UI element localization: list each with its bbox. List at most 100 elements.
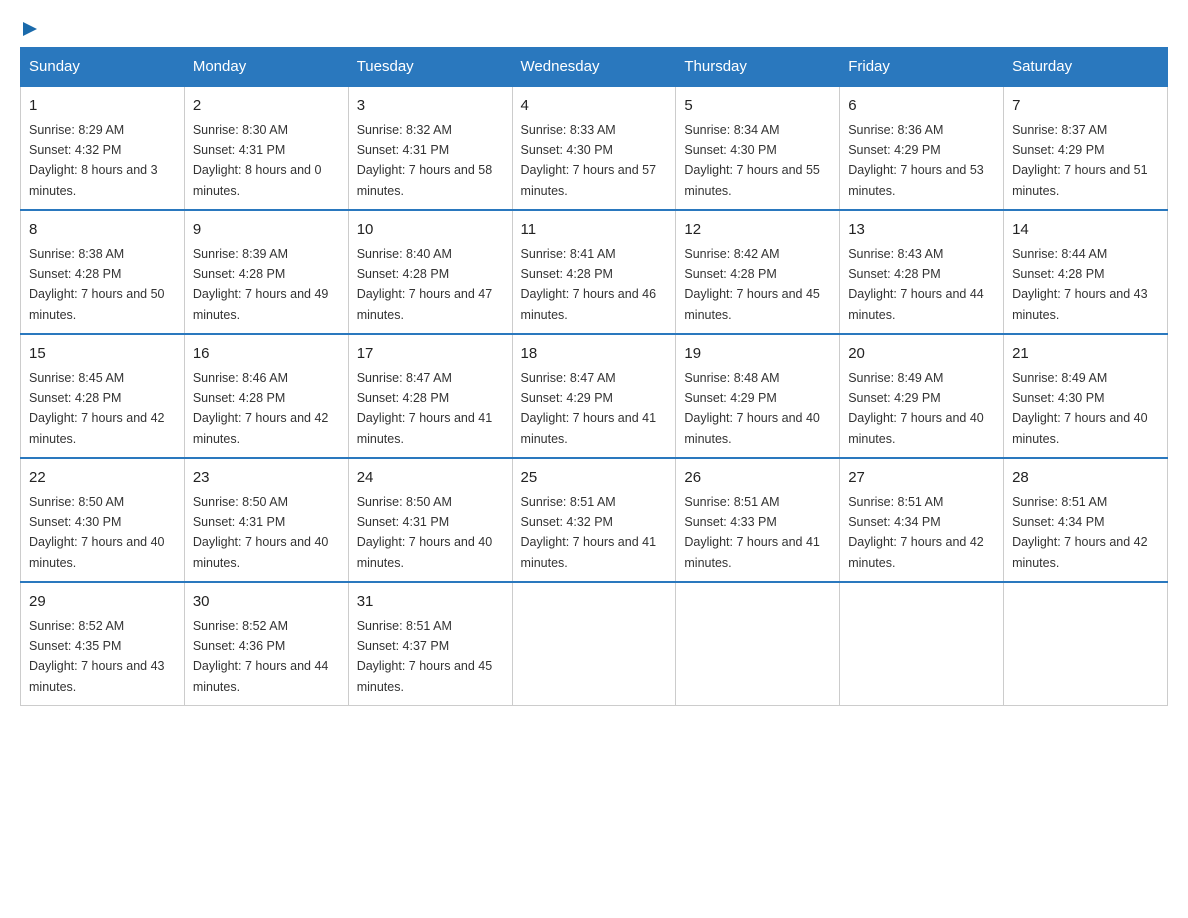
weekday-header-tuesday: Tuesday [348,48,512,87]
day-number: 16 [193,343,340,366]
day-cell-26: 26 Sunrise: 8:51 AMSunset: 4:33 PMDaylig… [676,458,840,582]
day-cell-30: 30 Sunrise: 8:52 AMSunset: 4:36 PMDaylig… [184,582,348,706]
day-cell-2: 2 Sunrise: 8:30 AMSunset: 4:31 PMDayligh… [184,86,348,210]
day-number: 21 [1012,343,1159,366]
weekday-header-saturday: Saturday [1004,48,1168,87]
day-info: Sunrise: 8:38 AMSunset: 4:28 PMDaylight:… [29,247,165,322]
day-cell-28: 28 Sunrise: 8:51 AMSunset: 4:34 PMDaylig… [1004,458,1168,582]
day-number: 6 [848,95,995,118]
day-number: 8 [29,219,176,242]
day-number: 20 [848,343,995,366]
empty-day-cell [512,582,676,706]
empty-day-cell [840,582,1004,706]
day-cell-13: 13 Sunrise: 8:43 AMSunset: 4:28 PMDaylig… [840,210,1004,334]
page-header [20,20,1168,37]
week-row-5: 29 Sunrise: 8:52 AMSunset: 4:35 PMDaylig… [21,582,1168,706]
day-number: 31 [357,591,504,614]
day-cell-16: 16 Sunrise: 8:46 AMSunset: 4:28 PMDaylig… [184,334,348,458]
day-info: Sunrise: 8:30 AMSunset: 4:31 PMDaylight:… [193,123,322,198]
day-number: 3 [357,95,504,118]
weekday-header-sunday: Sunday [21,48,185,87]
day-number: 27 [848,467,995,490]
weekday-header-row: SundayMondayTuesdayWednesdayThursdayFrid… [21,48,1168,87]
logo [20,20,39,37]
day-cell-3: 3 Sunrise: 8:32 AMSunset: 4:31 PMDayligh… [348,86,512,210]
day-number: 29 [29,591,176,614]
day-info: Sunrise: 8:51 AMSunset: 4:34 PMDaylight:… [1012,495,1148,570]
day-cell-31: 31 Sunrise: 8:51 AMSunset: 4:37 PMDaylig… [348,582,512,706]
day-info: Sunrise: 8:49 AMSunset: 4:30 PMDaylight:… [1012,371,1148,446]
day-info: Sunrise: 8:41 AMSunset: 4:28 PMDaylight:… [521,247,657,322]
day-cell-23: 23 Sunrise: 8:50 AMSunset: 4:31 PMDaylig… [184,458,348,582]
day-info: Sunrise: 8:37 AMSunset: 4:29 PMDaylight:… [1012,123,1148,198]
day-cell-9: 9 Sunrise: 8:39 AMSunset: 4:28 PMDayligh… [184,210,348,334]
day-info: Sunrise: 8:52 AMSunset: 4:36 PMDaylight:… [193,619,329,694]
day-cell-17: 17 Sunrise: 8:47 AMSunset: 4:28 PMDaylig… [348,334,512,458]
day-number: 9 [193,219,340,242]
day-cell-6: 6 Sunrise: 8:36 AMSunset: 4:29 PMDayligh… [840,86,1004,210]
day-number: 26 [684,467,831,490]
day-cell-10: 10 Sunrise: 8:40 AMSunset: 4:28 PMDaylig… [348,210,512,334]
day-cell-19: 19 Sunrise: 8:48 AMSunset: 4:29 PMDaylig… [676,334,840,458]
day-cell-21: 21 Sunrise: 8:49 AMSunset: 4:30 PMDaylig… [1004,334,1168,458]
day-number: 24 [357,467,504,490]
day-info: Sunrise: 8:34 AMSunset: 4:30 PMDaylight:… [684,123,820,198]
day-cell-8: 8 Sunrise: 8:38 AMSunset: 4:28 PMDayligh… [21,210,185,334]
day-info: Sunrise: 8:43 AMSunset: 4:28 PMDaylight:… [848,247,984,322]
day-info: Sunrise: 8:33 AMSunset: 4:30 PMDaylight:… [521,123,657,198]
day-number: 25 [521,467,668,490]
day-number: 7 [1012,95,1159,118]
day-info: Sunrise: 8:51 AMSunset: 4:34 PMDaylight:… [848,495,984,570]
day-cell-25: 25 Sunrise: 8:51 AMSunset: 4:32 PMDaylig… [512,458,676,582]
day-number: 17 [357,343,504,366]
day-number: 11 [521,219,668,242]
day-number: 30 [193,591,340,614]
week-row-4: 22 Sunrise: 8:50 AMSunset: 4:30 PMDaylig… [21,458,1168,582]
day-cell-11: 11 Sunrise: 8:41 AMSunset: 4:28 PMDaylig… [512,210,676,334]
empty-day-cell [676,582,840,706]
day-info: Sunrise: 8:44 AMSunset: 4:28 PMDaylight:… [1012,247,1148,322]
day-number: 23 [193,467,340,490]
day-cell-27: 27 Sunrise: 8:51 AMSunset: 4:34 PMDaylig… [840,458,1004,582]
day-number: 2 [193,95,340,118]
day-info: Sunrise: 8:36 AMSunset: 4:29 PMDaylight:… [848,123,984,198]
day-cell-12: 12 Sunrise: 8:42 AMSunset: 4:28 PMDaylig… [676,210,840,334]
day-info: Sunrise: 8:50 AMSunset: 4:31 PMDaylight:… [357,495,493,570]
day-cell-20: 20 Sunrise: 8:49 AMSunset: 4:29 PMDaylig… [840,334,1004,458]
day-info: Sunrise: 8:51 AMSunset: 4:32 PMDaylight:… [521,495,657,570]
day-info: Sunrise: 8:52 AMSunset: 4:35 PMDaylight:… [29,619,165,694]
day-info: Sunrise: 8:47 AMSunset: 4:29 PMDaylight:… [521,371,657,446]
day-number: 18 [521,343,668,366]
day-number: 28 [1012,467,1159,490]
day-info: Sunrise: 8:50 AMSunset: 4:31 PMDaylight:… [193,495,329,570]
day-info: Sunrise: 8:46 AMSunset: 4:28 PMDaylight:… [193,371,329,446]
day-cell-15: 15 Sunrise: 8:45 AMSunset: 4:28 PMDaylig… [21,334,185,458]
day-cell-22: 22 Sunrise: 8:50 AMSunset: 4:30 PMDaylig… [21,458,185,582]
day-info: Sunrise: 8:40 AMSunset: 4:28 PMDaylight:… [357,247,493,322]
day-info: Sunrise: 8:49 AMSunset: 4:29 PMDaylight:… [848,371,984,446]
week-row-1: 1 Sunrise: 8:29 AMSunset: 4:32 PMDayligh… [21,86,1168,210]
day-info: Sunrise: 8:39 AMSunset: 4:28 PMDaylight:… [193,247,329,322]
day-cell-7: 7 Sunrise: 8:37 AMSunset: 4:29 PMDayligh… [1004,86,1168,210]
day-info: Sunrise: 8:51 AMSunset: 4:33 PMDaylight:… [684,495,820,570]
day-number: 12 [684,219,831,242]
calendar-table: SundayMondayTuesdayWednesdayThursdayFrid… [20,47,1168,706]
day-info: Sunrise: 8:51 AMSunset: 4:37 PMDaylight:… [357,619,493,694]
day-number: 1 [29,95,176,118]
day-info: Sunrise: 8:47 AMSunset: 4:28 PMDaylight:… [357,371,493,446]
day-cell-14: 14 Sunrise: 8:44 AMSunset: 4:28 PMDaylig… [1004,210,1168,334]
week-row-2: 8 Sunrise: 8:38 AMSunset: 4:28 PMDayligh… [21,210,1168,334]
day-number: 15 [29,343,176,366]
day-number: 13 [848,219,995,242]
day-number: 10 [357,219,504,242]
logo-arrow-icon [21,20,39,38]
weekday-header-monday: Monday [184,48,348,87]
week-row-3: 15 Sunrise: 8:45 AMSunset: 4:28 PMDaylig… [21,334,1168,458]
weekday-header-wednesday: Wednesday [512,48,676,87]
day-cell-1: 1 Sunrise: 8:29 AMSunset: 4:32 PMDayligh… [21,86,185,210]
day-info: Sunrise: 8:45 AMSunset: 4:28 PMDaylight:… [29,371,165,446]
day-info: Sunrise: 8:42 AMSunset: 4:28 PMDaylight:… [684,247,820,322]
day-number: 19 [684,343,831,366]
day-cell-18: 18 Sunrise: 8:47 AMSunset: 4:29 PMDaylig… [512,334,676,458]
day-cell-29: 29 Sunrise: 8:52 AMSunset: 4:35 PMDaylig… [21,582,185,706]
